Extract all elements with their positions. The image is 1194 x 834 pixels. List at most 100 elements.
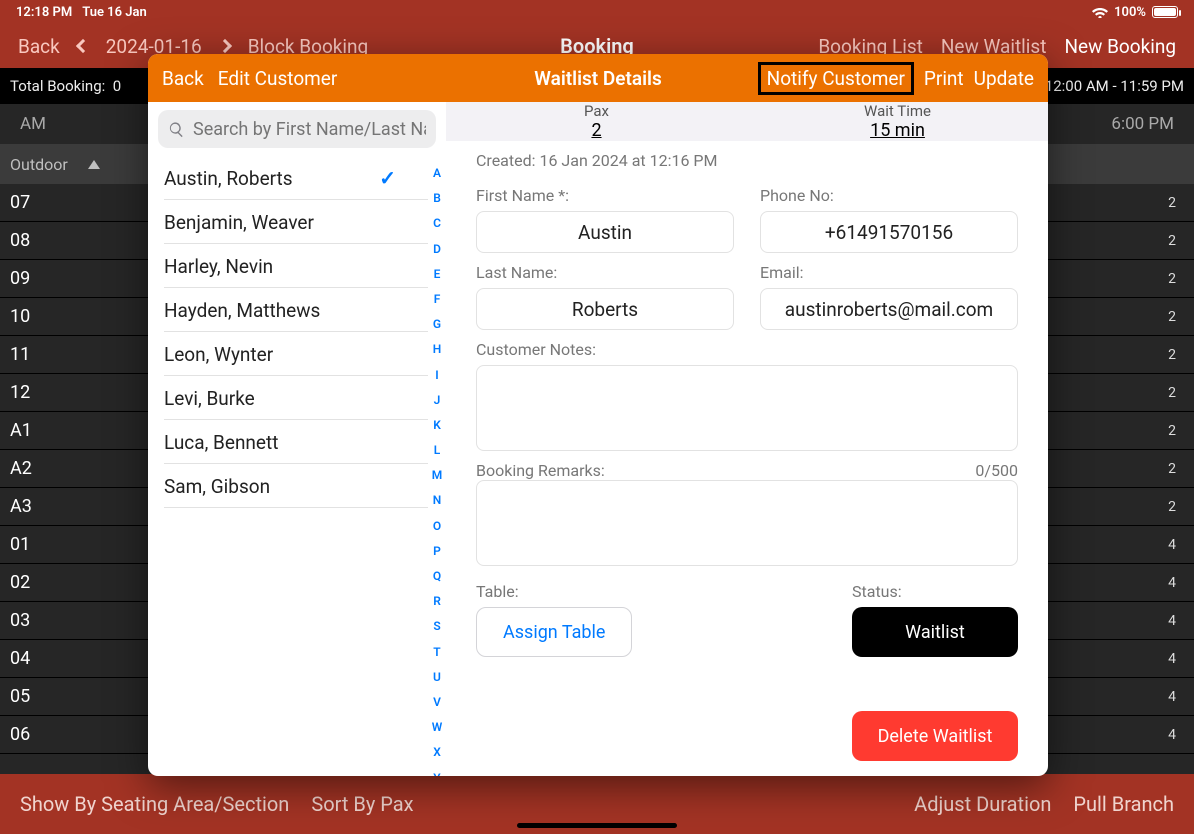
alpha-letter[interactable]: D (433, 238, 441, 260)
customer-list-item[interactable]: Benjamin, Weaver (148, 200, 428, 244)
update-button[interactable]: Update (974, 67, 1034, 90)
status-date: Tue 16 Jan (82, 5, 147, 20)
table-capacity: 2 (1168, 499, 1176, 515)
timebar-left: AM (20, 114, 46, 134)
email-label: Email: (760, 263, 1018, 282)
alpha-letter[interactable]: L (434, 439, 441, 461)
alpha-letter[interactable]: X (433, 741, 441, 763)
email-field[interactable]: austinroberts@mail.com (760, 288, 1018, 330)
customer-list-item[interactable]: Austin, Roberts✓ (148, 156, 428, 200)
alpha-letter[interactable]: W (432, 716, 443, 738)
last-name-field[interactable]: Roberts (476, 288, 734, 330)
alpha-letter[interactable]: B (433, 187, 441, 209)
print-button[interactable]: Print (924, 67, 964, 90)
customer-list-item[interactable]: Harley, Nevin (148, 244, 428, 288)
alpha-letter[interactable]: H (433, 338, 442, 360)
table-code: 11 (10, 344, 70, 365)
customer-list-item[interactable]: Levi, Burke (148, 376, 428, 420)
waitlist-details-modal: Back Edit Customer Waitlist Details Noti… (148, 54, 1048, 776)
remarks-counter: 0/500 (975, 461, 1018, 480)
remarks-label: Booking Remarks: (476, 461, 605, 480)
notify-customer-button[interactable]: Notify Customer (758, 62, 914, 95)
search-icon (168, 121, 185, 138)
wifi-icon (1092, 6, 1108, 18)
status-label: Status: (852, 582, 1018, 601)
booking-remarks-field[interactable] (476, 480, 1018, 566)
customer-search-input[interactable] (158, 110, 436, 148)
customer-list-item[interactable]: Luca, Bennett (148, 420, 428, 464)
alpha-letter[interactable]: N (433, 489, 442, 511)
alpha-letter[interactable]: G (433, 313, 441, 335)
table-label: Table: (476, 582, 632, 601)
created-timestamp: Created: 16 Jan 2024 at 12:16 PM (476, 151, 1018, 170)
search-field[interactable] (193, 119, 426, 140)
customer-list-item[interactable]: Hayden, Matthews (148, 288, 428, 332)
alpha-index[interactable]: ABCDEFGHIJKLMNOPQRSTUVWXYZ (428, 156, 446, 776)
wait-time-value[interactable]: 15 min (870, 120, 925, 141)
edit-customer-button[interactable]: Edit Customer (218, 67, 338, 90)
nav-back-button[interactable]: Back (18, 35, 60, 58)
modal-back-button[interactable]: Back (162, 67, 204, 90)
alpha-letter[interactable]: Y (433, 767, 440, 777)
customer-name: Leon, Wynter (164, 343, 273, 366)
show-by-button[interactable]: Show By Seating Area/Section (20, 792, 289, 816)
alpha-letter[interactable]: O (433, 515, 441, 537)
table-capacity: 2 (1168, 195, 1176, 211)
table-capacity: 4 (1168, 575, 1176, 591)
alpha-letter[interactable]: K (433, 414, 441, 436)
alpha-letter[interactable]: J (434, 389, 441, 411)
status-time: 12:18 PM (16, 5, 72, 20)
sort-by-button[interactable]: Sort By Pax (311, 792, 413, 816)
first-name-field[interactable]: Austin (476, 211, 734, 253)
table-code: A2 (10, 458, 70, 479)
alpha-letter[interactable]: C (433, 212, 441, 234)
customer-notes-field[interactable] (476, 365, 1018, 451)
pull-branch-button[interactable]: Pull Branch (1073, 792, 1174, 816)
customer-list-item[interactable]: Sam, Gibson (148, 464, 428, 508)
section-name[interactable]: Outdoor (10, 155, 68, 174)
table-code: 04 (10, 648, 70, 669)
alpha-letter[interactable]: R (433, 590, 441, 612)
table-code: 12 (10, 382, 70, 403)
delete-waitlist-button[interactable]: Delete Waitlist (852, 711, 1018, 761)
adjust-duration-button[interactable]: Adjust Duration (914, 792, 1051, 816)
time-range[interactable]: 12:00 AM - 11:59 PM (1045, 77, 1184, 95)
alpha-letter[interactable]: Q (433, 565, 441, 587)
alpha-letter[interactable]: F (434, 288, 441, 310)
assign-table-button[interactable]: Assign Table (476, 607, 632, 657)
alpha-letter[interactable]: M (432, 464, 443, 486)
new-booking-button[interactable]: New Booking (1064, 35, 1176, 58)
phone-field[interactable]: +61491570156 (760, 211, 1018, 253)
modal-title: Waitlist Details (534, 67, 661, 90)
alpha-letter[interactable]: A (433, 162, 441, 184)
table-capacity: 2 (1168, 347, 1176, 363)
alpha-letter[interactable]: I (435, 364, 438, 386)
alpha-letter[interactable]: T (433, 641, 440, 663)
customer-name: Austin, Roberts (164, 167, 293, 190)
phone-label: Phone No: (760, 186, 1018, 205)
pax-label: Pax (584, 102, 609, 120)
sort-icon[interactable] (88, 160, 100, 169)
prev-date-icon[interactable] (76, 39, 90, 53)
table-code: A1 (10, 420, 70, 441)
home-indicator (517, 823, 677, 828)
customer-list-item[interactable]: Leon, Wynter (148, 332, 428, 376)
table-capacity: 2 (1168, 233, 1176, 249)
alpha-letter[interactable]: E (434, 263, 441, 285)
alpha-letter[interactable]: V (433, 691, 441, 713)
pax-value[interactable]: 2 (591, 120, 601, 141)
next-date-icon[interactable] (218, 39, 232, 53)
customer-name: Harley, Nevin (164, 255, 273, 278)
first-name-label: First Name *: (476, 186, 734, 205)
table-capacity: 4 (1168, 727, 1176, 743)
total-booking-label: Total Booking: (10, 77, 105, 95)
table-code: 10 (10, 306, 70, 327)
table-code: 07 (10, 192, 70, 213)
alpha-letter[interactable]: U (433, 666, 441, 688)
status-bar: 12:18 PM Tue 16 Jan 100% (0, 0, 1194, 24)
alpha-letter[interactable]: S (433, 615, 440, 637)
status-button[interactable]: Waitlist (852, 607, 1018, 657)
wait-time-label: Wait Time (864, 102, 931, 120)
alpha-letter[interactable]: P (433, 540, 441, 562)
customer-name: Sam, Gibson (164, 475, 270, 498)
